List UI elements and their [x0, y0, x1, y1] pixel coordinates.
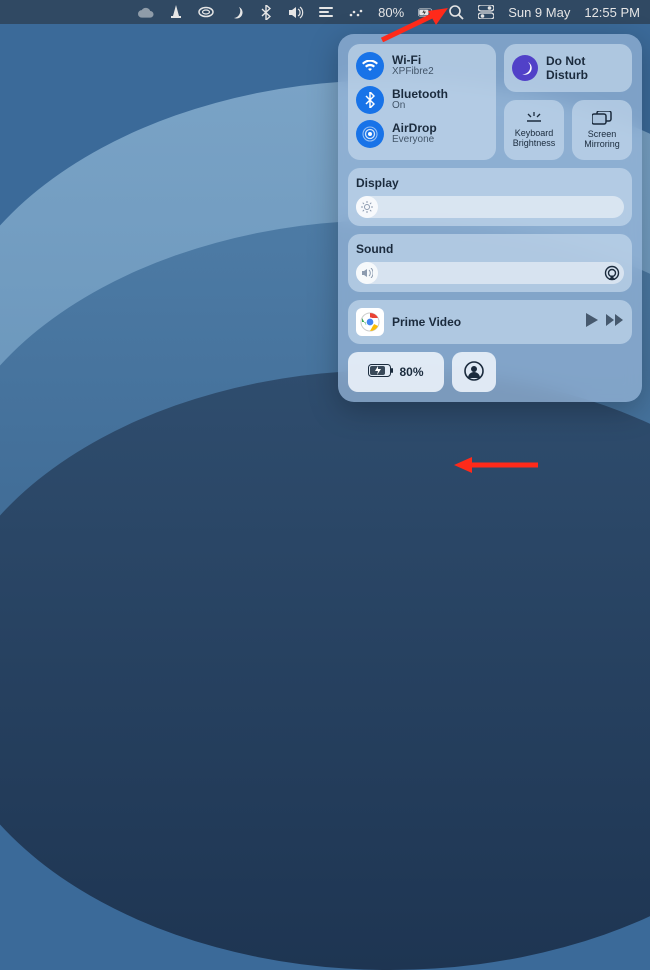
display-label: Display — [356, 176, 624, 190]
screen-mirroring-label: Screen Mirroring — [584, 130, 620, 149]
media-title: Prime Video — [392, 315, 578, 329]
do-not-disturb-icon[interactable] — [228, 4, 244, 20]
fast-forward-icon[interactable] — [606, 313, 624, 331]
volume-icon[interactable] — [288, 4, 304, 20]
date-label[interactable]: Sun 9 May — [508, 5, 570, 20]
user-switch-button[interactable] — [452, 352, 496, 392]
dots-icon[interactable] — [348, 4, 364, 20]
time-label[interactable]: 12:55 PM — [584, 5, 640, 20]
airdrop-toggle[interactable]: AirDropEveryone — [356, 120, 488, 148]
spotlight-icon[interactable] — [448, 4, 464, 20]
cloud-icon[interactable] — [138, 4, 154, 20]
bluetooth-circle-icon — [356, 86, 384, 114]
chrome-app-icon — [356, 308, 384, 336]
dnd-label: Do Not Disturb — [546, 54, 588, 82]
moon-icon — [512, 55, 538, 81]
airdrop-icon — [356, 120, 384, 148]
screen-mirroring-button[interactable]: Screen Mirroring — [572, 100, 632, 160]
speaker-icon — [356, 262, 378, 284]
now-playing-tile[interactable]: Prime Video — [348, 300, 632, 344]
menu-app-icon[interactable] — [318, 4, 334, 20]
keyboard-brightness-button[interactable]: Keyboard Brightness — [504, 100, 564, 160]
bluetooth-icon[interactable] — [258, 4, 274, 20]
vlc-icon[interactable] — [168, 4, 184, 20]
sound-label: Sound — [356, 242, 624, 256]
airplay-audio-icon[interactable] — [604, 265, 620, 281]
keyboard-brightness-icon — [524, 112, 544, 126]
battery-chip[interactable]: 80% — [348, 352, 444, 392]
wifi-network: XPFibre2 — [392, 67, 434, 78]
control-center-panel: Wi-FiXPFibre2 BluetoothOn AirDropEveryon… — [338, 34, 642, 402]
battery-chip-icon — [368, 364, 394, 380]
circle-icon[interactable] — [198, 4, 214, 20]
dnd-toggle[interactable]: Do Not Disturb — [504, 44, 632, 92]
display-slider[interactable] — [356, 196, 624, 218]
battery-chip-label: 80% — [399, 365, 423, 379]
sound-tile[interactable]: Sound — [348, 234, 632, 292]
play-icon[interactable] — [586, 313, 598, 332]
bluetooth-status: On — [392, 101, 448, 112]
wifi-icon — [356, 52, 384, 80]
battery-percent-label[interactable]: 80% — [378, 5, 404, 20]
keyboard-brightness-label: Keyboard Brightness — [513, 129, 556, 148]
airdrop-scope: Everyone — [392, 135, 437, 146]
sound-slider[interactable] — [356, 262, 624, 284]
screen-mirroring-icon — [592, 111, 612, 127]
control-center-icon[interactable] — [478, 4, 494, 20]
brightness-icon — [356, 196, 378, 218]
bluetooth-toggle[interactable]: BluetoothOn — [356, 86, 488, 114]
display-tile[interactable]: Display — [348, 168, 632, 226]
battery-icon[interactable] — [418, 4, 434, 20]
wifi-toggle[interactable]: Wi-FiXPFibre2 — [356, 52, 488, 80]
user-icon — [464, 361, 484, 384]
menubar: 80% Sun 9 May 12:55 PM — [0, 0, 650, 24]
connectivity-tile: Wi-FiXPFibre2 BluetoothOn AirDropEveryon… — [348, 44, 496, 160]
